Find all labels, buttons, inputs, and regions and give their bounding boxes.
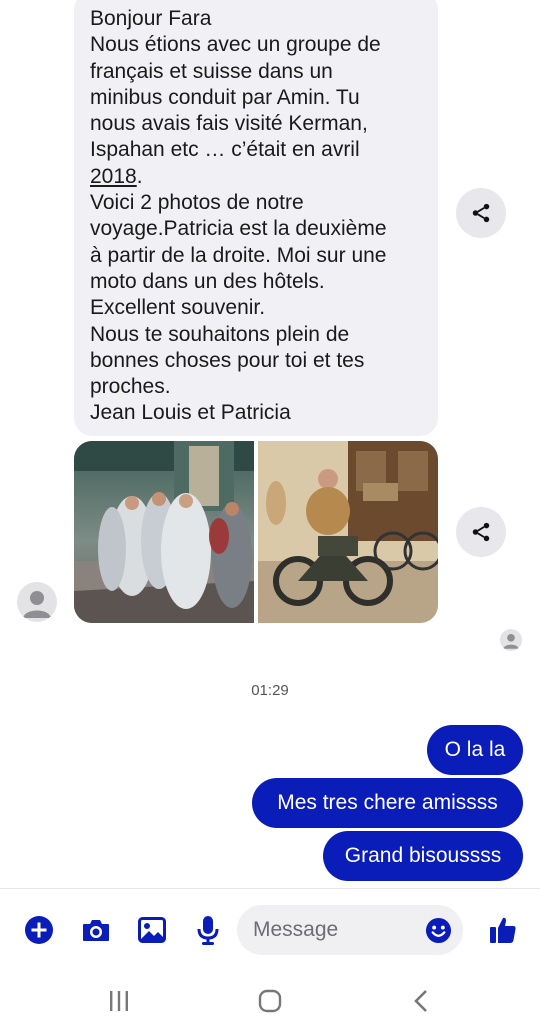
outgoing-message-bubble[interactable]: Mes tres chere amissss [252, 778, 523, 828]
message-timestamp: 01:29 [251, 682, 289, 699]
camera-button[interactable] [79, 913, 113, 947]
read-receipt-avatar [500, 629, 522, 651]
message-line: Bonjour Fara [90, 7, 212, 30]
message-line: Nous étions avec un groupe de [90, 33, 381, 57]
incoming-message-bubble[interactable]: Bonjour Fara Nous étions avec un groupe … [74, 0, 438, 436]
recent-apps-icon [110, 991, 128, 1011]
message-line: français et suisse dans un [90, 59, 333, 83]
group-photo[interactable] [74, 441, 254, 623]
share-icon [472, 522, 490, 542]
like-button[interactable] [486, 913, 520, 947]
message-line: voyage.Patricia est la deuxième [90, 217, 387, 241]
message-composer [0, 888, 540, 968]
image-icon [138, 917, 166, 943]
person-icon [23, 591, 51, 618]
outgoing-message-bubble[interactable]: O la la [427, 725, 523, 775]
emoji-icon [425, 917, 452, 944]
message-line: Excellent souvenir. [90, 296, 266, 320]
sender-avatar[interactable] [17, 582, 57, 622]
plus-circle-icon [25, 916, 53, 944]
message-line: moto dans un des hôtels. [90, 269, 325, 293]
message-input[interactable] [253, 905, 423, 955]
message-line: Nous te souhaitons plein de [90, 322, 350, 346]
message-line: Voici 2 photos de notre [90, 191, 304, 215]
camera-icon [83, 920, 109, 941]
message-line: bonnes choses pour toi et tes [90, 348, 365, 372]
message-line: à partir de la droite. Moi sur une [90, 243, 387, 267]
message-line: proches. [90, 375, 171, 399]
share-icon [472, 203, 490, 223]
share-photos-button[interactable] [456, 507, 506, 557]
message-line: Jean Louis et Patricia [90, 401, 291, 425]
period: . [136, 164, 143, 188]
date-link[interactable]: 2018 [90, 165, 137, 188]
system-navigation-bar [0, 970, 540, 1032]
gallery-button[interactable] [135, 913, 169, 947]
recent-apps-button[interactable] [99, 986, 139, 1016]
voice-button[interactable] [191, 913, 225, 947]
photo-attachments [74, 441, 438, 623]
thumbs-up-icon [490, 917, 516, 943]
add-button[interactable] [22, 913, 56, 947]
message-input-container [237, 905, 463, 955]
motorcycle-photo[interactable] [258, 441, 438, 623]
back-icon [414, 990, 427, 1012]
microphone-icon [197, 916, 219, 945]
home-icon [258, 989, 282, 1013]
share-button[interactable] [456, 188, 506, 238]
outgoing-message-bubble[interactable]: Grand bisoussss [323, 831, 523, 881]
message-line: nous avais fais visité Kerman, [90, 112, 368, 136]
message-line: minibus conduit par Amin. Tu [90, 85, 360, 109]
message-line: Ispahan etc … c’était en avril [90, 138, 360, 162]
home-button[interactable] [250, 986, 290, 1016]
emoji-button[interactable] [425, 917, 452, 944]
message-line-date: 2018. [90, 164, 422, 190]
person-icon [503, 633, 519, 649]
back-button[interactable] [401, 986, 441, 1016]
